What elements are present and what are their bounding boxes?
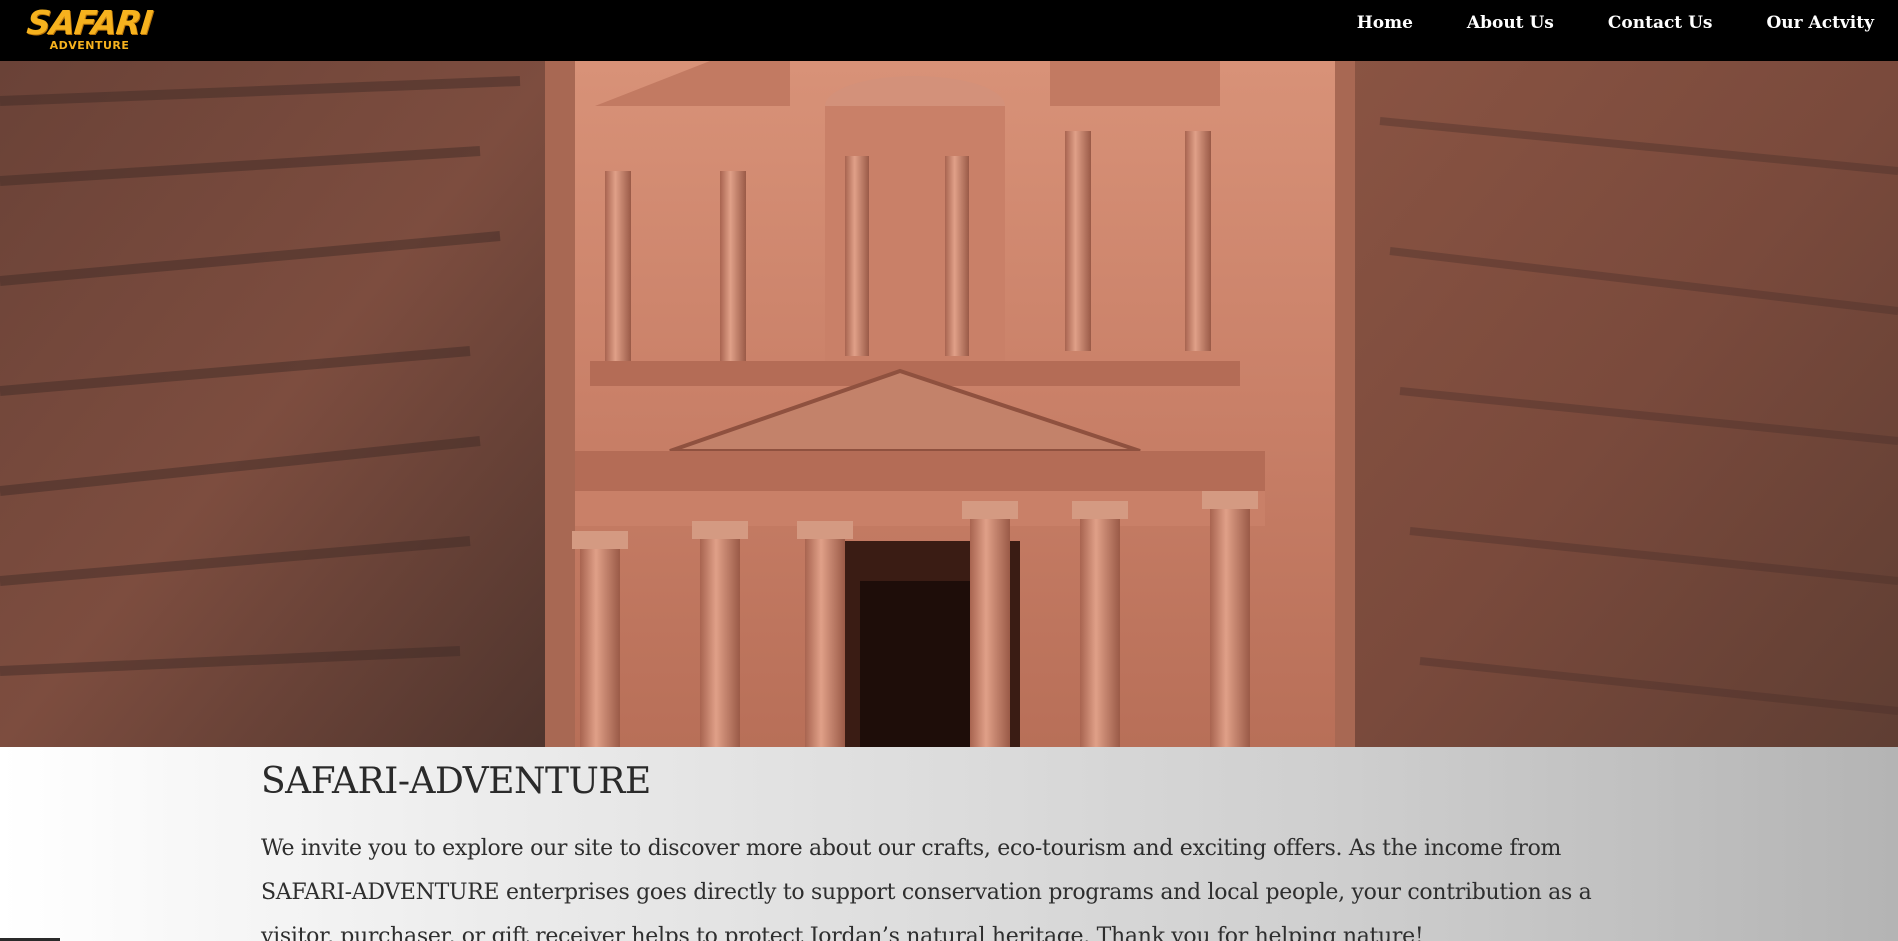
page-title: SAFARI-ADVENTURE [261, 761, 651, 802]
nav-links: Home About Us Contact Us Our Actvity [1303, 0, 1898, 46]
nav-link-our-activity[interactable]: Our Actvity [1766, 13, 1874, 33]
petra-treasury-illustration [0, 61, 1898, 747]
navbar: SAFARI ADVENTURE Home About Us Contact U… [0, 0, 1898, 61]
hero-image [0, 61, 1898, 747]
logo[interactable]: SAFARI ADVENTURE [25, 3, 154, 53]
intro-paragraph: We invite you to explore our site to dis… [261, 836, 1592, 941]
nav-link-home[interactable]: Home [1357, 13, 1413, 33]
intro-section: SAFARI-ADVENTURE We invite you to explor… [0, 747, 1898, 941]
nav-link-about-us[interactable]: About Us [1467, 13, 1554, 33]
nav-link-contact-us[interactable]: Contact Us [1608, 13, 1713, 33]
logo-wordmark: SAFARI [25, 3, 155, 42]
